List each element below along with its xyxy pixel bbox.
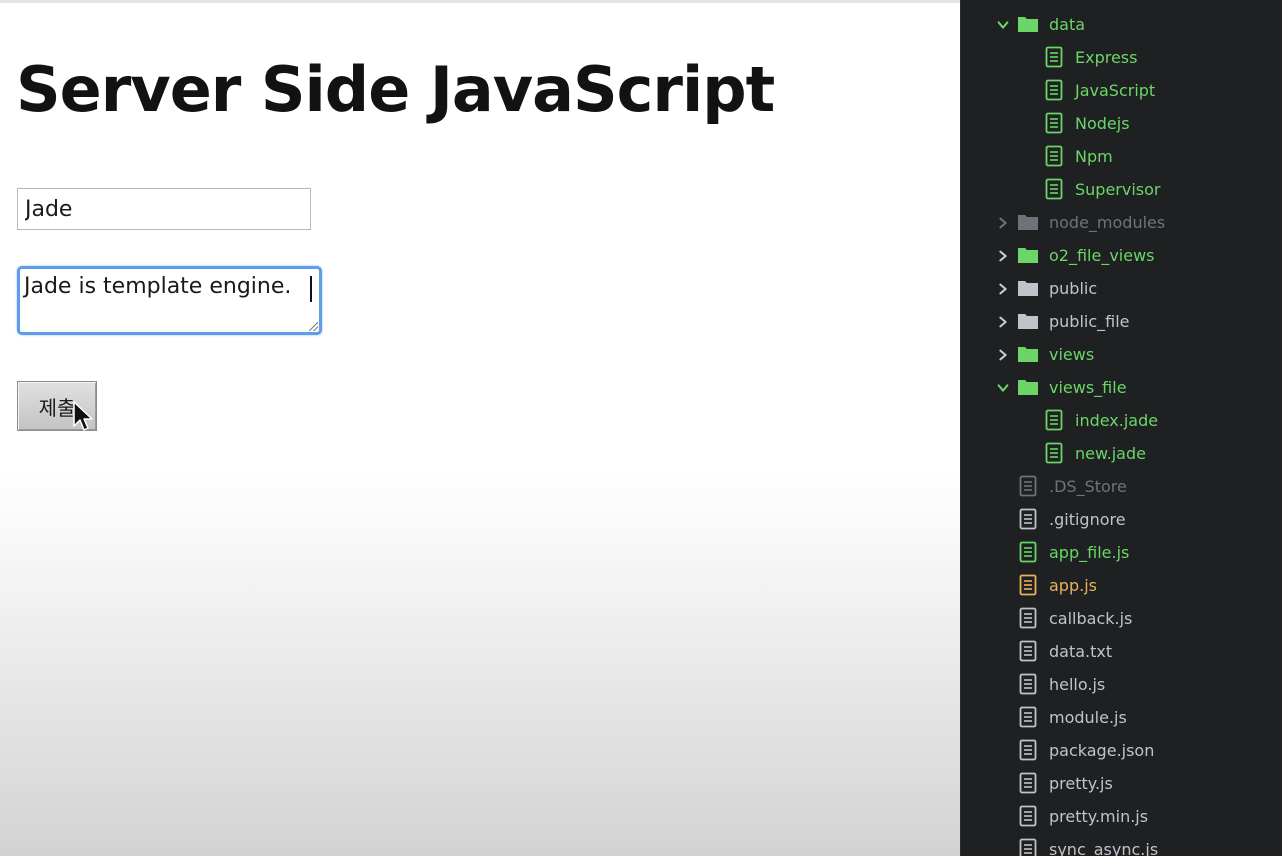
tree-file-express[interactable]: Express [961, 41, 1282, 74]
tree-folder-data[interactable]: data [961, 8, 1282, 41]
tree-item-label: new.jade [1075, 444, 1146, 463]
folder-icon [1017, 343, 1039, 365]
tree-file-new-jade[interactable]: new.jade [961, 437, 1282, 470]
file-icon [1017, 673, 1039, 695]
description-textarea[interactable]: Jade is template engine. [20, 269, 319, 332]
folder-icon [1017, 277, 1039, 299]
file-icon [1017, 805, 1039, 827]
file-tree-panel: data Express JavaScript Nodejs Npm Supervisor… [960, 0, 1282, 856]
description-textarea-wrapper: Jade is template engine. [17, 266, 322, 335]
tree-file-module-js[interactable]: module.js [961, 701, 1282, 734]
browser-viewport: Server Side JavaScript Jade is template … [0, 0, 960, 856]
file-icon [1017, 640, 1039, 662]
folder-icon [1017, 310, 1039, 332]
file-icon [1017, 574, 1039, 596]
tree-item-label: data [1049, 15, 1086, 34]
tree-file-ds-store[interactable]: .DS_Store [961, 470, 1282, 503]
tree-folder-public-file[interactable]: public_file [961, 305, 1282, 338]
tree-item-label: JavaScript [1075, 81, 1156, 100]
tree-file-javascript[interactable]: JavaScript [961, 74, 1282, 107]
tree-item-label: Nodejs [1075, 114, 1130, 133]
tree-folder-public[interactable]: public [961, 272, 1282, 305]
tree-file-index-jade[interactable]: index.jade [961, 404, 1282, 437]
tree-file-gitignore[interactable]: .gitignore [961, 503, 1282, 536]
tree-file-pretty-min-js[interactable]: pretty.min.js [961, 800, 1282, 833]
chevron-right-icon[interactable] [995, 281, 1011, 297]
file-icon [1043, 178, 1065, 200]
tree-file-app-file-js[interactable]: app_file.js [961, 536, 1282, 569]
chevron-down-icon[interactable] [995, 17, 1011, 33]
file-icon [1017, 475, 1039, 497]
file-icon [1043, 145, 1065, 167]
tree-folder-views-file[interactable]: views_file [961, 371, 1282, 404]
tree-item-label: .gitignore [1049, 510, 1126, 529]
tree-item-label: hello.js [1049, 675, 1106, 694]
file-icon [1043, 79, 1065, 101]
chevron-right-icon[interactable] [995, 347, 1011, 363]
resize-grip[interactable] [309, 322, 318, 331]
file-icon [1017, 607, 1039, 629]
tree-item-label: callback.js [1049, 609, 1133, 628]
chevron-right-icon[interactable] [995, 248, 1011, 264]
tree-file-hello-js[interactable]: hello.js [961, 668, 1282, 701]
text-caret [310, 276, 312, 302]
tree-item-label: data.txt [1049, 642, 1113, 661]
tree-file-pretty-js[interactable]: pretty.js [961, 767, 1282, 800]
file-icon [1043, 409, 1065, 431]
tree-file-npm[interactable]: Npm [961, 140, 1282, 173]
tree-item-label: public_file [1049, 312, 1130, 331]
folder-icon [1017, 13, 1039, 35]
tree-item-label: package.json [1049, 741, 1155, 760]
tree-folder-o2-file-views[interactable]: o2_file_views [961, 239, 1282, 272]
page-title: Server Side JavaScript [16, 53, 775, 126]
tree-item-label: app.js [1049, 576, 1097, 595]
file-icon [1017, 508, 1039, 530]
tree-item-label: Express [1075, 48, 1138, 67]
file-icon [1017, 541, 1039, 563]
folder-icon [1017, 376, 1039, 398]
chevron-right-icon[interactable] [995, 314, 1011, 330]
tree-item-label: pretty.min.js [1049, 807, 1149, 826]
tree-item-label: views [1049, 345, 1095, 364]
file-icon [1017, 838, 1039, 856]
tree-file-callback-js[interactable]: callback.js [961, 602, 1282, 635]
tree-item-label: sync_async.js [1049, 840, 1159, 856]
mouse-pointer-icon [73, 401, 93, 431]
file-icon [1043, 46, 1065, 68]
tree-item-label: o2_file_views [1049, 246, 1155, 265]
file-icon [1043, 442, 1065, 464]
tree-file-supervisor[interactable]: Supervisor [961, 173, 1282, 206]
tree-item-label: app_file.js [1049, 543, 1130, 562]
tree-file-data-txt[interactable]: data.txt [961, 635, 1282, 668]
tree-file-nodejs[interactable]: Nodejs [961, 107, 1282, 140]
file-icon [1017, 706, 1039, 728]
tree-item-label: views_file [1049, 378, 1127, 397]
file-icon [1017, 739, 1039, 761]
tree-item-label: node_modules [1049, 213, 1166, 232]
tree-item-label: index.jade [1075, 411, 1159, 430]
tree-file-sync-async-js[interactable]: sync_async.js [961, 833, 1282, 856]
folder-icon [1017, 211, 1039, 233]
chevron-right-icon[interactable] [995, 215, 1011, 231]
tree-item-label: Supervisor [1075, 180, 1161, 199]
chevron-down-icon[interactable] [995, 380, 1011, 396]
tree-item-label: pretty.js [1049, 774, 1113, 793]
file-icon [1017, 772, 1039, 794]
file-icon [1043, 112, 1065, 134]
tree-item-label: Npm [1075, 147, 1113, 166]
folder-icon [1017, 244, 1039, 266]
tree-file-package-json[interactable]: package.json [961, 734, 1282, 767]
tree-folder-node-modules[interactable]: node_modules [961, 206, 1282, 239]
tree-file-app-js[interactable]: app.js [961, 569, 1282, 602]
tree-item-label: module.js [1049, 708, 1127, 727]
tree-item-label: .DS_Store [1049, 477, 1127, 496]
tree-item-label: public [1049, 279, 1098, 298]
tree-folder-views[interactable]: views [961, 338, 1282, 371]
title-input[interactable] [17, 188, 311, 230]
